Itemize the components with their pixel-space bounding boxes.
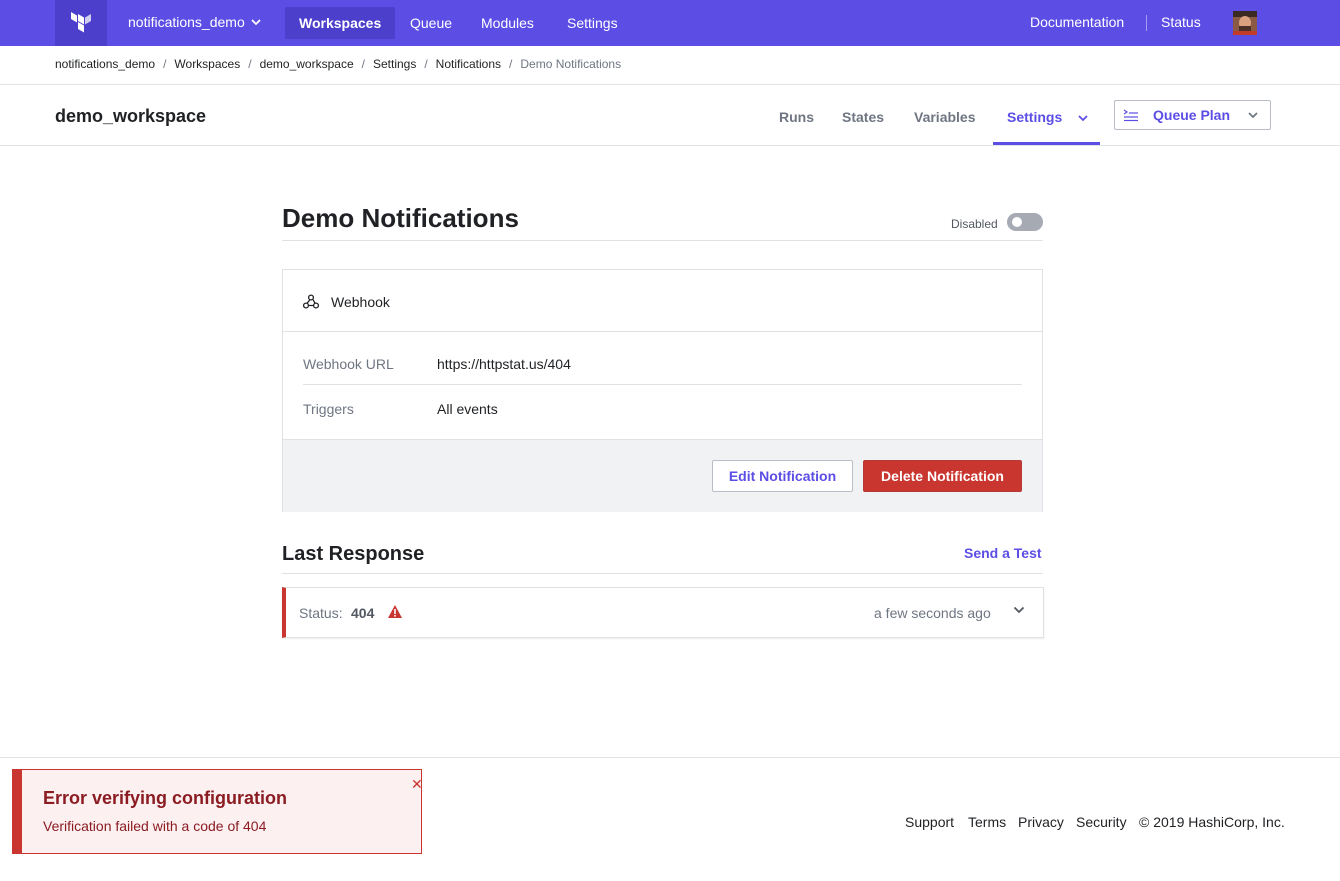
divider [282, 240, 1043, 241]
error-toast: Error verifying configuration Verificati… [12, 769, 423, 854]
breadcrumb-separator: / [509, 57, 513, 71]
breadcrumb-current: Demo Notifications [520, 57, 622, 71]
terraform-logo-icon[interactable] [55, 0, 107, 46]
nav-divider [1146, 15, 1147, 31]
last-response-title: Last Response [282, 543, 425, 565]
nav-workspaces[interactable]: Workspaces [285, 7, 396, 39]
toast-message: Verification failed with a code of 404 [43, 818, 267, 834]
triggers-value: All events [437, 401, 498, 417]
response-time: a few seconds ago [874, 605, 991, 621]
enable-toggle[interactable] [1007, 213, 1043, 231]
footer-divider [0, 757, 1340, 758]
breadcrumb-separator: / [361, 57, 365, 71]
card-footer: Edit Notification Delete Notification [283, 439, 1042, 512]
webhook-url-label: Webhook URL [303, 356, 394, 372]
top-nav: notifications_demo Workspaces Queue Modu… [0, 0, 1340, 46]
footer-security-link[interactable]: Security [1076, 814, 1127, 830]
nav-queue[interactable]: Queue [396, 7, 466, 39]
notification-type: Webhook [331, 294, 390, 310]
org-switcher[interactable]: notifications_demo [128, 14, 261, 30]
webhook-url-value: https://httpstat.us/404 [437, 356, 571, 372]
tab-settings[interactable]: Settings [1007, 109, 1088, 125]
divider [282, 573, 1043, 574]
notification-card: Webhook Webhook URL https://httpstat.us/… [282, 269, 1043, 512]
delete-notification-button[interactable]: Delete Notification [863, 460, 1022, 492]
breadcrumb-separator: / [163, 57, 167, 71]
webhook-icon [303, 294, 319, 309]
triggers-label: Triggers [303, 401, 354, 417]
toast-title: Error verifying configuration [43, 788, 288, 808]
tab-variables[interactable]: Variables [914, 109, 976, 125]
edit-notification-button[interactable]: Edit Notification [712, 460, 853, 492]
chevron-down-icon [1248, 111, 1258, 118]
page-title: Demo Notifications [282, 203, 519, 233]
divider [0, 145, 1340, 146]
breadcrumb: notifications_demo / Workspaces / demo_w… [55, 57, 621, 71]
footer-privacy-link[interactable]: Privacy [1018, 814, 1064, 830]
send-test-link[interactable]: Send a Test [964, 545, 1042, 561]
footer-copyright: © 2019 HashiCorp, Inc. [1139, 814, 1285, 830]
divider [303, 384, 1022, 385]
breadcrumb-org[interactable]: notifications_demo [55, 57, 155, 71]
breadcrumb-settings[interactable]: Settings [373, 57, 416, 71]
warning-icon [388, 605, 402, 618]
status-label: Status: [299, 605, 343, 621]
nav-modules[interactable]: Modules [467, 7, 548, 39]
toggle-knob [1012, 217, 1022, 227]
footer-support-link[interactable]: Support [905, 814, 954, 830]
tab-settings-label: Settings [1007, 109, 1063, 125]
response-row[interactable]: Status: 404 a few seconds ago [282, 587, 1044, 638]
breadcrumb-separator: / [424, 57, 428, 71]
tab-runs[interactable]: Runs [779, 109, 814, 125]
nav-settings[interactable]: Settings [553, 7, 632, 39]
terminal-icon [1123, 109, 1138, 122]
chevron-down-icon [251, 18, 261, 25]
breadcrumb-workspaces[interactable]: Workspaces [174, 57, 240, 71]
queue-plan-button[interactable]: Queue Plan [1114, 100, 1271, 130]
chevron-down-icon [1078, 115, 1088, 122]
breadcrumb-workspace[interactable]: demo_workspace [260, 57, 354, 71]
status-link[interactable]: Status [1161, 14, 1201, 30]
documentation-link[interactable]: Documentation [1030, 14, 1124, 30]
close-icon[interactable]: ✕ [411, 776, 423, 793]
breadcrumb-notifications[interactable]: Notifications [436, 57, 501, 71]
breadcrumb-separator: / [248, 57, 252, 71]
org-name: notifications_demo [128, 14, 245, 30]
chevron-down-icon[interactable] [1013, 606, 1025, 614]
card-header: Webhook [283, 270, 1042, 332]
footer-terms-link[interactable]: Terms [968, 814, 1006, 830]
avatar[interactable] [1233, 11, 1257, 35]
toggle-label: Disabled [951, 217, 998, 231]
queue-plan-label: Queue Plan [1153, 107, 1231, 123]
tab-states[interactable]: States [842, 109, 884, 125]
divider [0, 84, 1340, 85]
status-code: 404 [351, 605, 375, 621]
workspace-title: demo_workspace [55, 106, 207, 126]
